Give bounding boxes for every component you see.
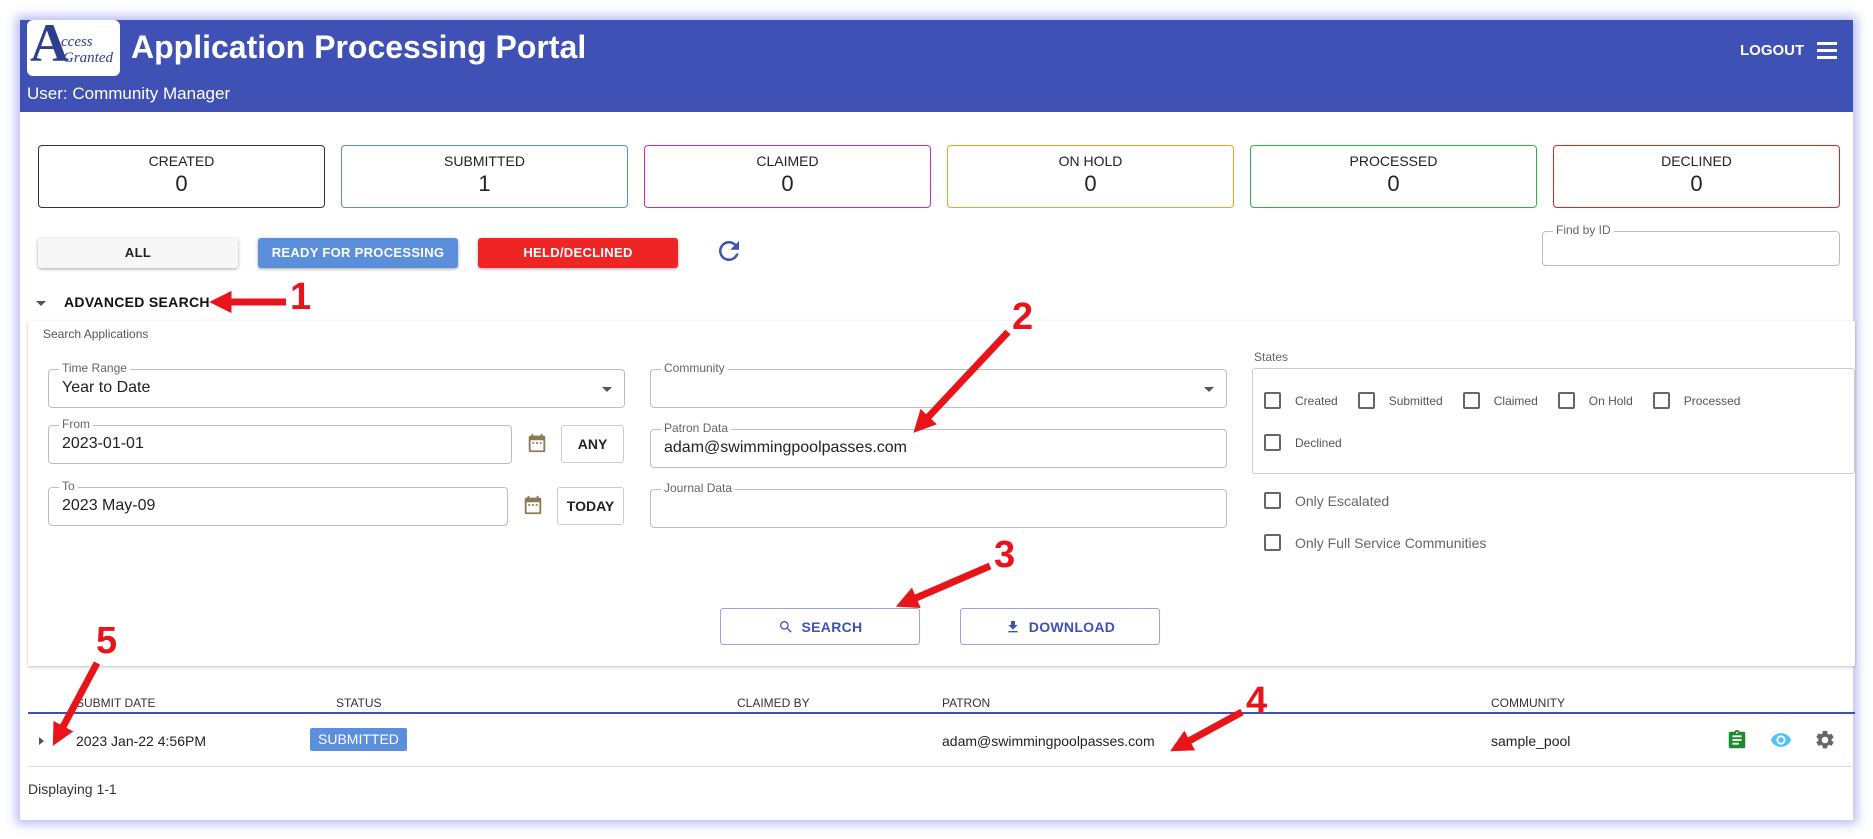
- annotation-arrow-4: [1170, 708, 1244, 752]
- annotation-label-3: 3: [994, 534, 1016, 576]
- annotation-label-2: 2: [1012, 296, 1034, 338]
- annotation-arrow-2: [913, 329, 1011, 433]
- annotation-label-4: 4: [1246, 680, 1268, 722]
- annotation-arrows: [52, 290, 1244, 752]
- annotation-label-1: 1: [290, 276, 312, 318]
- annotation-arrow-3: [895, 562, 992, 609]
- annotation-label-5: 5: [96, 620, 118, 662]
- annotation-arrow-5: [52, 661, 101, 746]
